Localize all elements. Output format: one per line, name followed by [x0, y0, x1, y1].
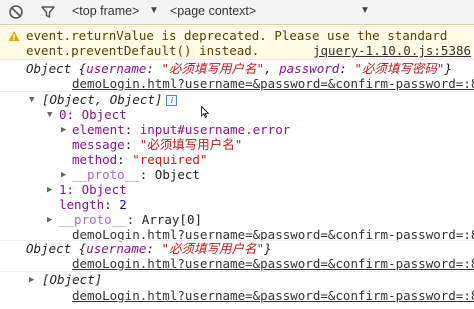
object-close: } [264, 241, 272, 256]
context-selector[interactable]: <page context> [170, 4, 256, 18]
console-log-object: Object {username: "必须填写用户名", password: "… [0, 60, 474, 91]
prop-proto[interactable]: __proto__: Object [72, 167, 200, 182]
password-key: password [279, 61, 340, 76]
proto-key: __proto__ [72, 167, 140, 182]
element-key: element [72, 122, 125, 137]
expand-triangle-right-icon[interactable]: ▶ [47, 215, 52, 225]
console-log-array-collapsed: ▶ [Object] demoLogin.html?username=&pass… [0, 272, 474, 304]
expand-triangle-down-icon[interactable]: ▼ [29, 95, 34, 105]
log-source-link[interactable]: demoLogin.html?username=&password=&confi… [72, 288, 474, 303]
clear-console-icon[interactable] [8, 4, 24, 20]
mouse-cursor-icon [201, 105, 210, 118]
warning-icon [8, 30, 20, 45]
expand-triangle-right-icon[interactable]: ▶ [29, 275, 34, 285]
username-key: username [86, 241, 147, 256]
object-open: Object { [26, 61, 87, 76]
array-item-0[interactable]: 0: Object [59, 107, 127, 122]
prop-length: length: 2 [59, 197, 127, 212]
console-toolbar: <top frame> ▼ <page context> ▼ [0, 0, 474, 25]
warning-source-link[interactable]: jquery-1.10.0.js:5386 [313, 43, 471, 58]
item-0-label: 0: Object [59, 107, 127, 122]
prop-message: message: "必须填写用户名" [72, 137, 243, 152]
message-key: message [72, 137, 125, 152]
object-close: } [444, 61, 452, 76]
expand-triangle-right-icon[interactable]: ▶ [61, 125, 66, 135]
console-log-object: Object {username: "必须填写用户名"} demoLogin.h… [0, 241, 474, 271]
log-source-link[interactable]: demoLogin.html?username=&password=&confi… [72, 256, 474, 271]
password-value: "必须填写密码" [354, 61, 445, 76]
username-value: "必须填写用户名" [161, 61, 265, 76]
array-summary[interactable]: [Object, Object] i [42, 92, 178, 107]
array-proto-value: Array[0] [141, 212, 203, 227]
proto-value: Object [154, 167, 200, 182]
colon: : [146, 241, 162, 256]
element-value: input#username.error [139, 122, 291, 137]
info-icon[interactable]: i [166, 95, 178, 106]
filter-icon[interactable] [40, 4, 56, 20]
prop-element[interactable]: element: input#username.error [72, 122, 290, 137]
colon: : [339, 61, 355, 76]
array-summary-text: [Object, Object] [42, 92, 163, 107]
object-open: Object { [26, 241, 87, 256]
expand-triangle-down-icon[interactable]: ▼ [47, 110, 52, 120]
frame-dropdown-caret-icon[interactable]: ▼ [149, 5, 159, 16]
log-object-preview[interactable]: Object {username: "必须填写用户名"} [26, 241, 272, 256]
array-item-1[interactable]: 1: Object [59, 182, 127, 197]
expand-triangle-right-icon[interactable]: ▶ [47, 185, 52, 195]
length-value: 2 [119, 197, 127, 212]
array-proto-key: __proto__ [59, 212, 127, 227]
context-dropdown-caret-icon[interactable]: ▼ [360, 5, 370, 16]
array-proto[interactable]: __proto__: Array[0] [59, 212, 202, 227]
warning-text-line1: event.returnValue is deprecated. Please … [26, 28, 448, 43]
expand-triangle-right-icon[interactable]: ▶ [61, 170, 66, 180]
console-log-array-expanded: ▼ [Object, Object] i ▼ 0: Object ▶ elemen… [0, 92, 474, 242]
comma: , [264, 61, 280, 76]
method-key: method [72, 152, 118, 167]
warning-message: event.returnValue is deprecated. Please … [0, 26, 474, 60]
log-object-preview[interactable]: Object {username: "必须填写用户名", password: "… [26, 61, 452, 76]
length-key: length [59, 197, 105, 212]
array-summary[interactable]: [Object] [42, 272, 102, 287]
item-1-label: 1: Object [59, 182, 127, 197]
message-value: "必须填写用户名" [139, 137, 243, 152]
prop-method: method: "required" [72, 152, 208, 167]
username-value: "必须填写用户名" [161, 241, 265, 256]
method-value: "required" [132, 152, 208, 167]
username-key: username [86, 61, 147, 76]
colon: : [146, 61, 162, 76]
log-source-link[interactable]: demoLogin.html?username=&password=&confi… [72, 76, 474, 91]
warning-text-line2: event.preventDefault() instead. [26, 43, 260, 58]
frame-selector[interactable]: <top frame> [72, 4, 139, 18]
